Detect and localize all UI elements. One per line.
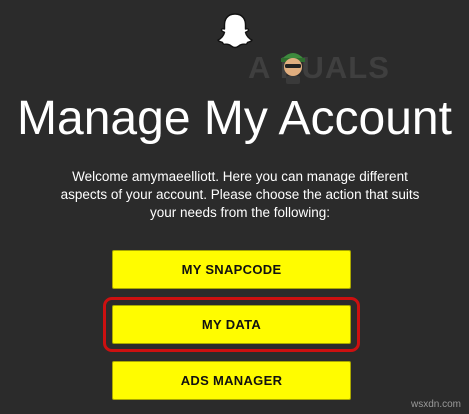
ads-manager-button[interactable]: ADS MANAGER [112, 361, 351, 400]
welcome-message: Welcome amymaeelliott. Here you can mana… [60, 169, 420, 220]
my-data-button[interactable]: MY DATA [112, 305, 351, 344]
watermark-text: A PUALS [248, 50, 390, 85]
appuals-watermark: A PUALS [248, 50, 438, 86]
source-site-label: wsxdn.com [410, 399, 461, 410]
appuals-mascot-icon [281, 53, 305, 84]
snapchat-ghost-icon [217, 13, 253, 49]
page-title: Manage My Account [17, 92, 452, 145]
my-snapcode-button[interactable]: MY SNAPCODE [112, 250, 351, 289]
